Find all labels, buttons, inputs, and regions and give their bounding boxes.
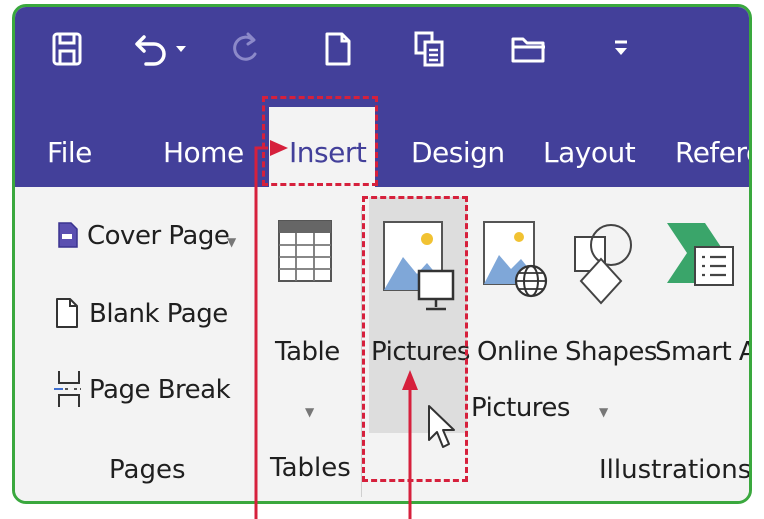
mouse-cursor-icon <box>426 404 456 454</box>
annotation-arrows <box>254 140 418 519</box>
